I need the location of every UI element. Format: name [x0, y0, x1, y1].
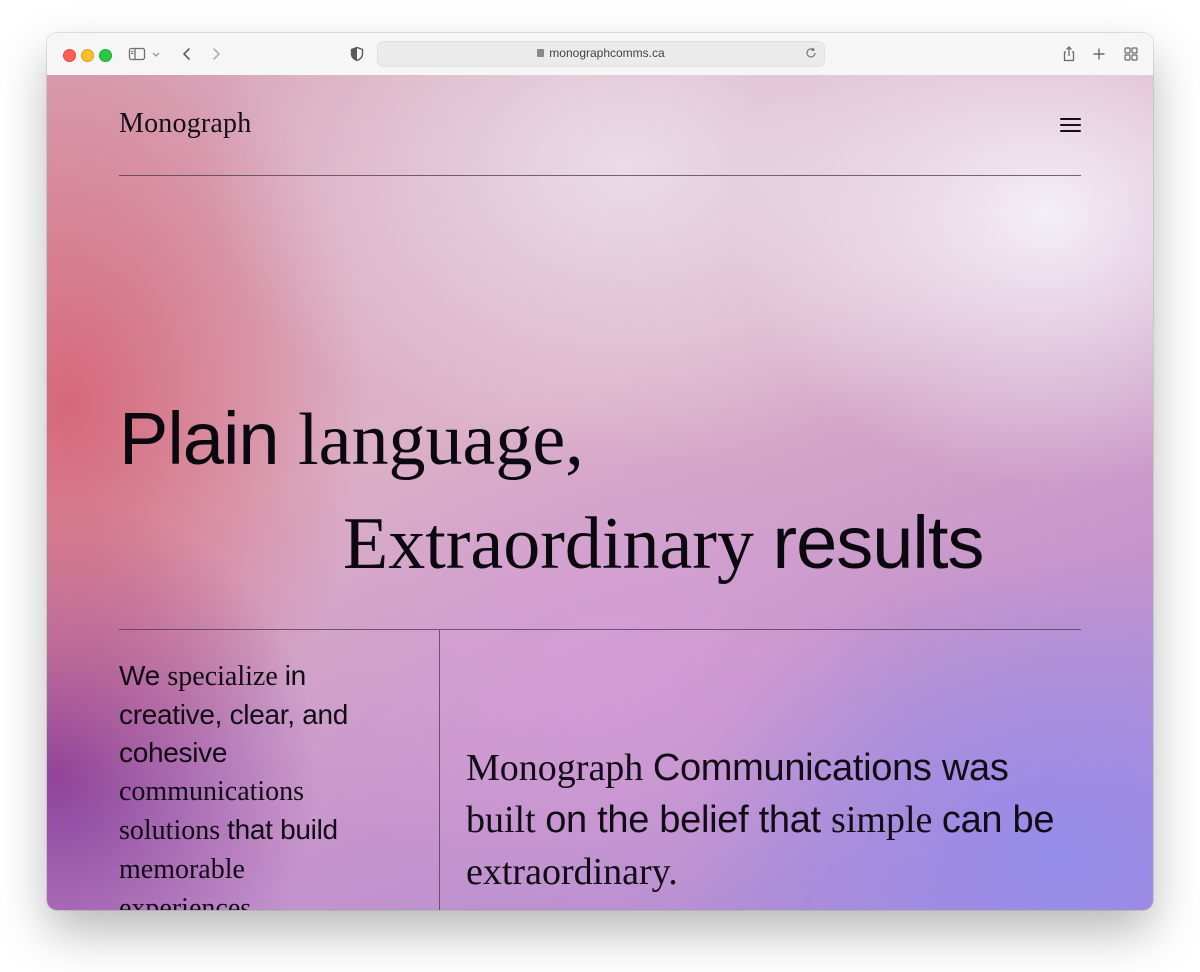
sidebar-icon[interactable] [127, 44, 147, 64]
hero-line1-word2: language, [298, 399, 584, 481]
address-url: monographcomms.ca [378, 46, 824, 60]
intro-seg-1: We [119, 660, 168, 691]
statement-seg-2: Communications was [652, 747, 1009, 789]
statement-seg-1: Monograph [466, 747, 653, 789]
browser-window: monographcomms.ca Monograph Plain langua… [47, 33, 1153, 910]
hero-line2-word1: Extraordinary [343, 503, 773, 585]
intro-seg-5: that build [227, 814, 338, 845]
lock-icon [537, 49, 545, 57]
minimize-window-button[interactable] [81, 49, 94, 62]
site-logo[interactable]: Monograph [119, 108, 251, 140]
url-text: monographcomms.ca [549, 46, 665, 60]
mission-statement: Monograph Communications was built on th… [466, 742, 1086, 898]
hero-headline-line2: Extraordinary results [343, 506, 984, 582]
chevron-down-icon[interactable] [150, 44, 162, 64]
new-tab-icon[interactable] [1089, 44, 1109, 64]
statement-seg-6: can be [941, 799, 1055, 841]
intro-text: We specialize in creative, clear, and co… [119, 657, 389, 910]
statement-seg-3: built [466, 799, 546, 841]
header-divider [119, 175, 1081, 176]
hero-headline-line1: Plain language, [119, 402, 584, 478]
section-divider [119, 629, 1081, 630]
statement-seg-5: simple [831, 799, 942, 841]
intro-seg-6: memorable experiences. [119, 854, 259, 910]
statement-seg-7: extraordinary. [466, 851, 678, 893]
close-window-button[interactable] [63, 49, 76, 62]
hamburger-menu-icon[interactable] [1060, 116, 1082, 134]
shield-icon[interactable] [347, 44, 367, 64]
address-bar[interactable]: monographcomms.ca [377, 41, 825, 67]
browser-toolbar: monographcomms.ca [47, 33, 1153, 76]
share-icon[interactable] [1059, 44, 1079, 64]
intro-seg-2: specialize [167, 661, 285, 692]
hero-line2-word2: results [772, 501, 984, 584]
tab-overview-icon[interactable] [1121, 44, 1141, 64]
forward-icon[interactable] [206, 44, 226, 64]
reload-icon[interactable] [804, 46, 818, 60]
back-icon[interactable] [177, 44, 197, 64]
column-divider [439, 630, 440, 910]
zoom-window-button[interactable] [99, 49, 112, 62]
statement-seg-4: on the belief that [545, 799, 832, 841]
hero-line1-word1: Plain [119, 397, 299, 480]
web-page: Monograph Plain language, Extraordinary … [47, 75, 1153, 910]
